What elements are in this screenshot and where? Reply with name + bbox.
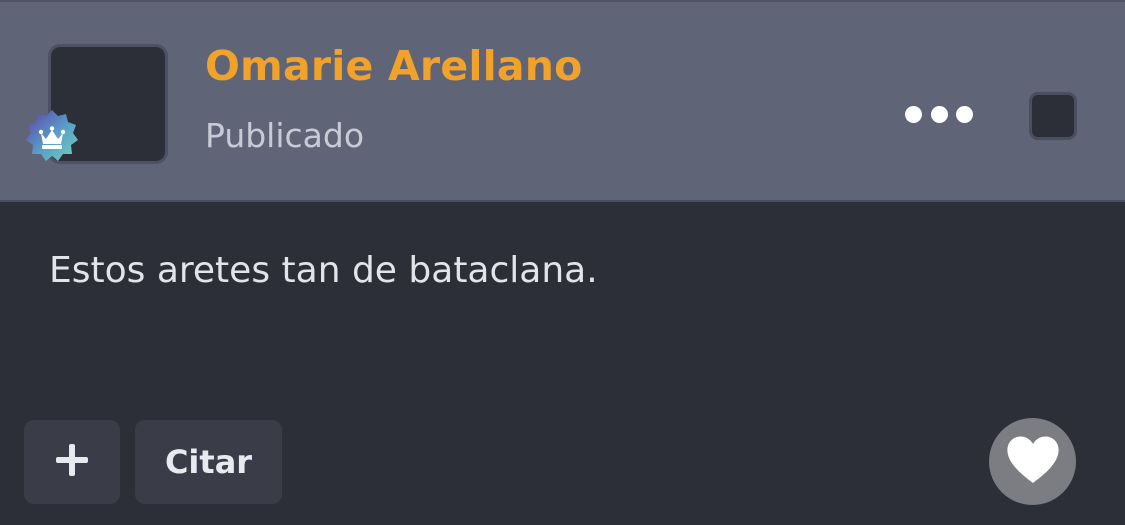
dot <box>930 105 948 123</box>
dot <box>905 105 922 123</box>
post-card: Omarie Arellano Publicado Estos aretes t… <box>0 0 1125 525</box>
add-button[interactable] <box>24 420 120 504</box>
author-name[interactable]: Omarie Arellano <box>205 42 583 90</box>
like-button[interactable] <box>989 418 1076 505</box>
more-options-icon[interactable] <box>905 98 973 130</box>
select-checkbox[interactable] <box>1029 92 1077 140</box>
heart-icon <box>1005 435 1061 489</box>
crown-badge-icon <box>24 108 80 164</box>
post-header: Omarie Arellano Publicado <box>0 0 1125 202</box>
post-body-text: Estos aretes tan de bataclana. <box>49 250 598 291</box>
quote-button[interactable]: Citar <box>135 420 282 504</box>
post-status: Publicado <box>205 116 365 155</box>
plus-icon <box>54 442 90 482</box>
dot <box>956 105 973 123</box>
quote-button-label: Citar <box>164 443 253 481</box>
